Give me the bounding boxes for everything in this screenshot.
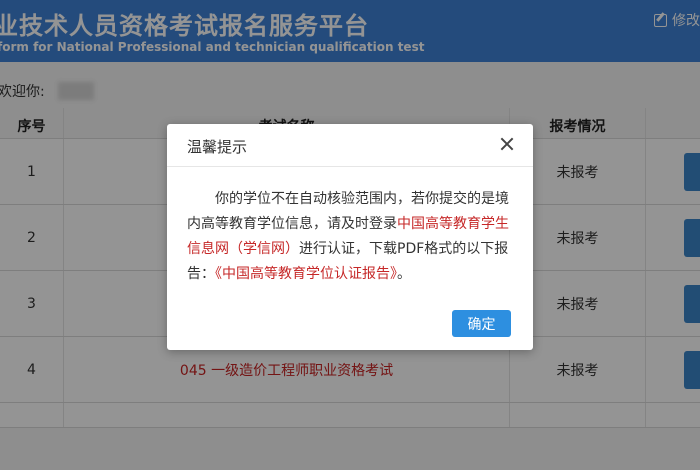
- dialog-header: 温馨提示: [167, 124, 533, 167]
- confirm-button[interactable]: 确定: [452, 310, 511, 337]
- close-icon[interactable]: [499, 136, 515, 152]
- report-name: 《中国高等教育学位认证报告》: [215, 266, 397, 282]
- notice-dialog: 温馨提示 你的学位不在自动核验范围内，若你提交的是境内高等教育学位信息，请及时登…: [167, 124, 533, 350]
- dialog-message: 你的学位不在自动核验范围内，若你提交的是境内高等教育学位信息，请及时登录中国高等…: [187, 187, 517, 287]
- message-text: 。: [397, 266, 411, 282]
- dialog-title: 温馨提示: [187, 138, 248, 156]
